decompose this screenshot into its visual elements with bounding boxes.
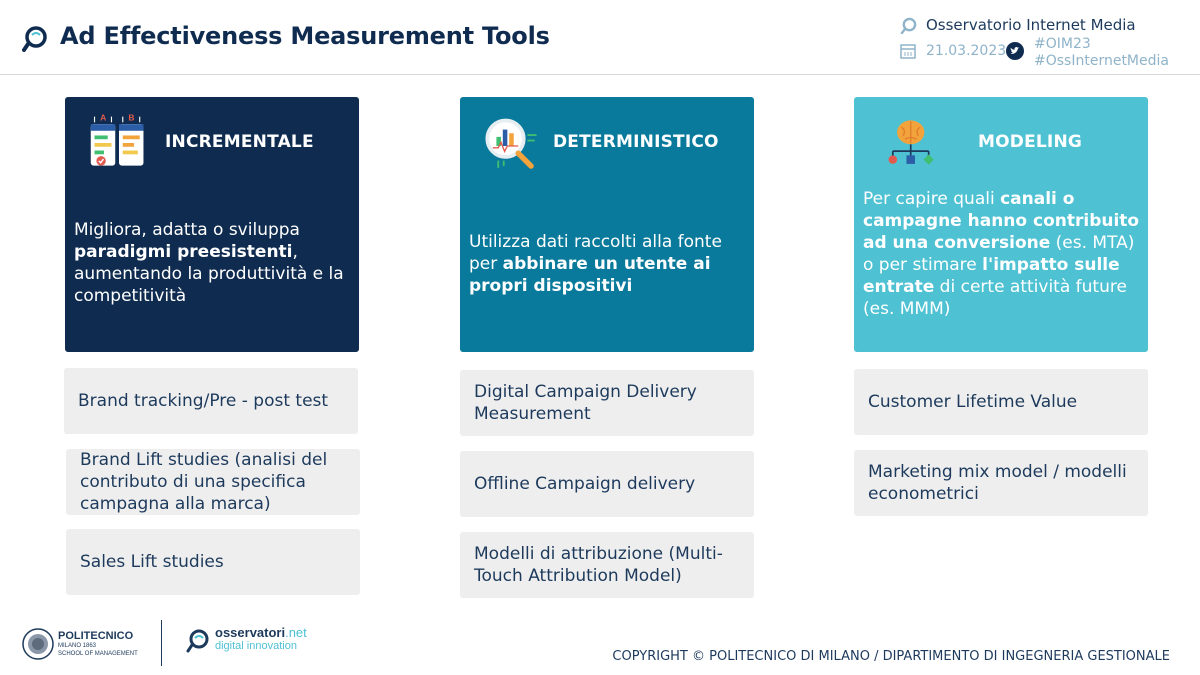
politecnico-city: MILANO 1863	[58, 643, 97, 649]
card-title: INCREMENTALE	[165, 132, 314, 152]
card-description: Migliora, adatta o sviluppa paradigmi pr…	[74, 220, 344, 306]
twitter-icon[interactable]	[1006, 42, 1024, 60]
hashtag-oim23[interactable]: #OIM23	[1034, 36, 1091, 52]
svg-text:B: B	[128, 112, 134, 122]
card-description: Utilizza dati raccolti alla fonte per ab…	[469, 232, 722, 296]
page-title: Ad Effectiveness Measurement Tools	[60, 22, 550, 50]
header: Ad Effectiveness Measurement Tools Osser…	[0, 0, 1200, 75]
card-title: MODELING	[978, 132, 1083, 152]
tool-digital-campaign-delivery: Digital Campaign Delivery Measurement	[460, 370, 754, 436]
brain-network-icon	[888, 120, 934, 165]
ab-test-icon: A B	[90, 112, 144, 166]
politecnico-school: SCHOOL OF MANAGEMENT	[58, 651, 138, 657]
politecnico-name: POLITECNICO	[58, 630, 134, 642]
copyright-text: COPYRIGHT © POLITECNICO DI MILANO / DIPA…	[612, 649, 1170, 664]
header-meta: Osservatorio Internet Media 21.03.2023 #…	[900, 16, 1180, 76]
osservatori-footer-icon	[186, 629, 209, 653]
card-deterministico: DETERMINISTICO Utilizza dati raccolti al…	[460, 97, 754, 352]
magnifier-chart-icon	[485, 118, 537, 169]
tool-sales-lift: Sales Lift studies	[66, 529, 360, 595]
osservatori-tagline: digital innovation	[215, 640, 297, 652]
card-incrementale: A B INCREMENTALE Migliora, adatta o svil…	[65, 97, 359, 352]
card-description: Per capire quali canali o campagne hanno…	[863, 189, 1140, 319]
hashtag-ossinternetmedia[interactable]: #OssInternetMedia	[1034, 53, 1169, 69]
politecnico-seal-icon	[22, 628, 54, 660]
tool-customer-lifetime-value: Customer Lifetime Value	[854, 369, 1148, 435]
event-date: 21.03.2023	[926, 43, 1007, 59]
osservatori-name: osservatori.net	[215, 625, 307, 640]
footer-divider	[161, 620, 162, 666]
tool-brand-lift: Brand Lift studies (analisi del contribu…	[66, 449, 360, 515]
tool-brand-tracking: Brand tracking/Pre - post test	[64, 368, 358, 434]
card-title: DETERMINISTICO	[553, 132, 719, 152]
tool-marketing-mix-model: Marketing mix model / modelli econometri…	[854, 450, 1148, 516]
organization-name: Osservatorio Internet Media	[926, 16, 1136, 34]
osservatori-small-icon	[900, 17, 917, 34]
footer-logos: POLITECNICO MILANO 1863 SCHOOL OF MANAGE…	[22, 620, 322, 670]
osservatori-logo-icon	[22, 26, 47, 52]
svg-text:A: A	[100, 112, 106, 122]
tool-offline-campaign-delivery: Offline Campaign delivery	[460, 451, 754, 517]
tool-attribution-models: Modelli di attribuzione (Multi-Touch Att…	[460, 532, 754, 598]
calendar-icon	[900, 44, 916, 59]
card-modeling: MODELING Per capire quali canali o campa…	[854, 97, 1148, 352]
